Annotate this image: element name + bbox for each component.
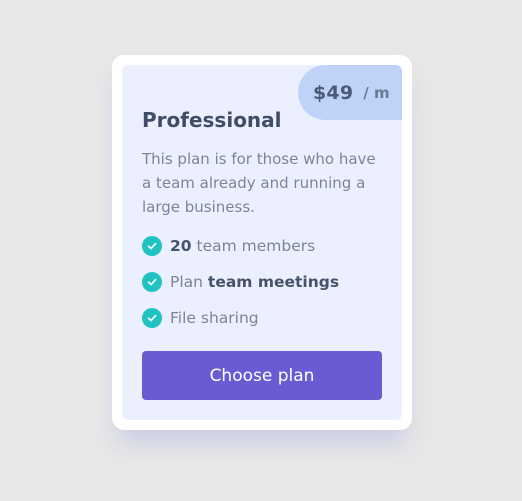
feature-item: Plan team meetings (142, 270, 339, 294)
check-circle-icon (142, 308, 162, 328)
feature-strong: 20 (170, 237, 192, 255)
feature-list: 20 team members Plan team meetings File … (142, 234, 339, 342)
feature-prefix: Plan (170, 273, 208, 291)
pricing-card: $49 / m Professional This plan is for th… (112, 55, 412, 430)
feature-rest: team members (191, 237, 316, 255)
choose-plan-button[interactable]: Choose plan (142, 351, 382, 400)
feature-text: File sharing (170, 309, 259, 327)
feature-item: File sharing (142, 306, 339, 330)
check-circle-icon (142, 236, 162, 256)
feature-text: 20 team members (170, 237, 315, 255)
feature-strong: team meetings (207, 273, 340, 291)
plan-description: This plan is for those who have a team a… (142, 150, 376, 216)
price-badge: $49 / m (298, 65, 402, 120)
feature-text: Plan team meetings (170, 273, 339, 291)
check-circle-icon (142, 272, 162, 292)
plan-title: Professional (142, 108, 282, 132)
pricing-card-body: $49 / m Professional This plan is for th… (122, 65, 402, 420)
price-amount: $49 (313, 81, 354, 104)
feature-item: 20 team members (142, 234, 339, 258)
price-period: / m (363, 83, 390, 102)
